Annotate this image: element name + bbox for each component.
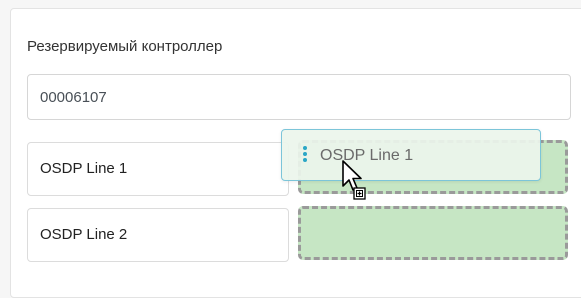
grip-vertical-icon[interactable] (303, 146, 307, 168)
line-item-osdp-line-2[interactable]: OSDP Line 2 (27, 208, 289, 262)
copy-cursor-icon (342, 160, 366, 200)
reserve-controller-input[interactable] (27, 74, 571, 120)
line-item-osdp-line-1[interactable]: OSDP Line 1 (27, 142, 289, 196)
drop-zone-2[interactable] (298, 206, 568, 260)
dragged-line-item[interactable]: OSDP Line 1 (281, 129, 541, 181)
reserve-controller-label: Резервируемый контроллер (27, 38, 223, 55)
